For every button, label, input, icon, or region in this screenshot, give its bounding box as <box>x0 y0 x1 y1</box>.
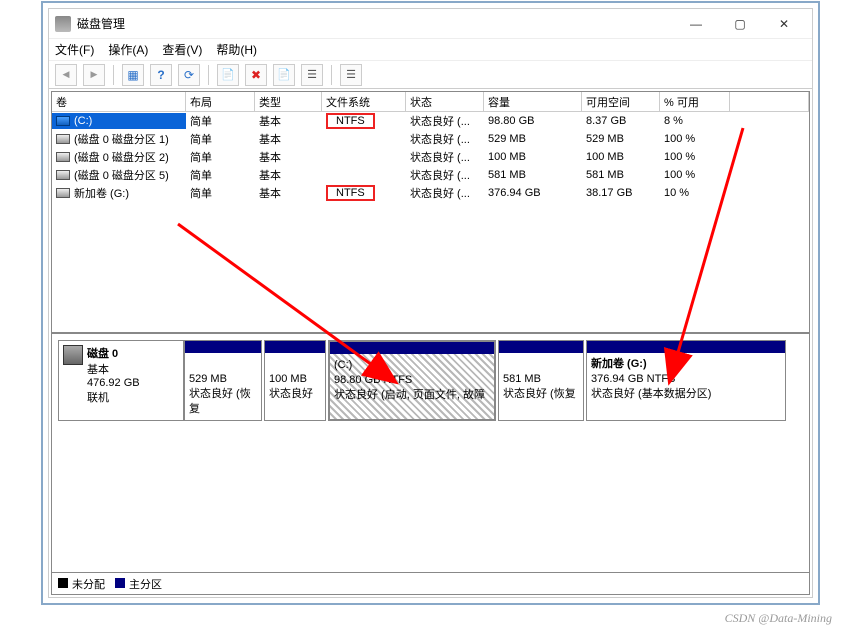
disk-graph: 磁盘 0 基本 476.92 GB 联机 529 MB状态良好 (恢复 100 … <box>52 333 809 427</box>
help-button[interactable] <box>150 64 172 86</box>
partition-block[interactable]: 581 MB状态良好 (恢复 <box>498 340 584 421</box>
col-free[interactable]: 可用空间 <box>582 92 660 111</box>
action1-button[interactable] <box>273 64 295 86</box>
legend-swatch-unallocated <box>58 578 68 588</box>
disk-type: 基本 <box>87 361 140 377</box>
legend-unallocated: 未分配 <box>72 579 105 591</box>
disk-size: 476.92 GB <box>87 377 140 389</box>
view-list-button[interactable] <box>122 64 144 86</box>
action3-button[interactable] <box>340 64 362 86</box>
volume-row[interactable]: 新加卷 (G:)简单基本NTFS状态良好 (...376.94 GB38.17 … <box>52 184 809 202</box>
column-headers: 卷 布局 类型 文件系统 状态 容量 可用空间 % 可用 <box>52 92 809 112</box>
volume-list: 卷 布局 类型 文件系统 状态 容量 可用空间 % 可用 (C:)简单基本NTF… <box>52 92 809 333</box>
nav-forward-button[interactable] <box>83 64 105 86</box>
menubar: 文件(F) 操作(A) 查看(V) 帮助(H) <box>49 39 812 61</box>
titlebar[interactable]: 磁盘管理 — ▢ ✕ <box>49 9 812 39</box>
disk-info-panel[interactable]: 磁盘 0 基本 476.92 GB 联机 <box>58 340 184 421</box>
legend-swatch-primary <box>115 578 125 588</box>
app-icon <box>55 16 71 32</box>
properties-button[interactable] <box>217 64 239 86</box>
volume-row[interactable]: (磁盘 0 磁盘分区 5)简单基本状态良好 (...581 MB581 MB10… <box>52 166 809 184</box>
legend: 未分配 主分区 <box>52 572 809 594</box>
col-capacity[interactable]: 容量 <box>484 92 582 111</box>
disk-label: 磁盘 0 <box>87 345 140 361</box>
col-volume[interactable]: 卷 <box>52 92 186 111</box>
delete-button[interactable] <box>245 64 267 86</box>
partition-block[interactable]: 529 MB状态良好 (恢复 <box>184 340 262 421</box>
toolbar <box>49 61 812 89</box>
col-status[interactable]: 状态 <box>406 92 484 111</box>
nav-back-button[interactable] <box>55 64 77 86</box>
action2-button[interactable] <box>301 64 323 86</box>
disk-state: 联机 <box>87 389 140 405</box>
partition-block[interactable]: (C:)98.80 GB NTFS状态良好 (启动, 页面文件, 故障 <box>328 340 496 421</box>
menu-file[interactable]: 文件(F) <box>55 41 94 58</box>
watermark: CSDN @Data-Mining <box>725 611 832 626</box>
col-layout[interactable]: 布局 <box>186 92 255 111</box>
col-type[interactable]: 类型 <box>255 92 322 111</box>
refresh-button[interactable] <box>178 64 200 86</box>
menu-view[interactable]: 查看(V) <box>162 41 202 58</box>
minimize-button[interactable]: — <box>674 10 718 38</box>
menu-help[interactable]: 帮助(H) <box>216 41 257 58</box>
maximize-button[interactable]: ▢ <box>718 10 762 38</box>
legend-primary: 主分区 <box>129 579 162 591</box>
volume-row[interactable]: (磁盘 0 磁盘分区 1)简单基本状态良好 (...529 MB529 MB10… <box>52 130 809 148</box>
close-button[interactable]: ✕ <box>762 10 806 38</box>
partition-block[interactable]: 100 MB状态良好 <box>264 340 326 421</box>
partition-block[interactable]: 新加卷 (G:)376.94 GB NTFS状态良好 (基本数据分区) <box>586 340 786 421</box>
volume-row[interactable]: (C:)简单基本NTFS状态良好 (...98.80 GB8.37 GB8 % <box>52 112 809 130</box>
disk-management-window: 磁盘管理 — ▢ ✕ 文件(F) 操作(A) 查看(V) 帮助(H) 卷 布局 <box>48 8 813 598</box>
disk-icon <box>63 345 83 365</box>
volume-row[interactable]: (磁盘 0 磁盘分区 2)简单基本状态良好 (...100 MB100 MB10… <box>52 148 809 166</box>
col-percent[interactable]: % 可用 <box>660 92 730 111</box>
menu-action[interactable]: 操作(A) <box>108 41 148 58</box>
col-filesystem[interactable]: 文件系统 <box>322 92 406 111</box>
window-title: 磁盘管理 <box>77 15 674 32</box>
